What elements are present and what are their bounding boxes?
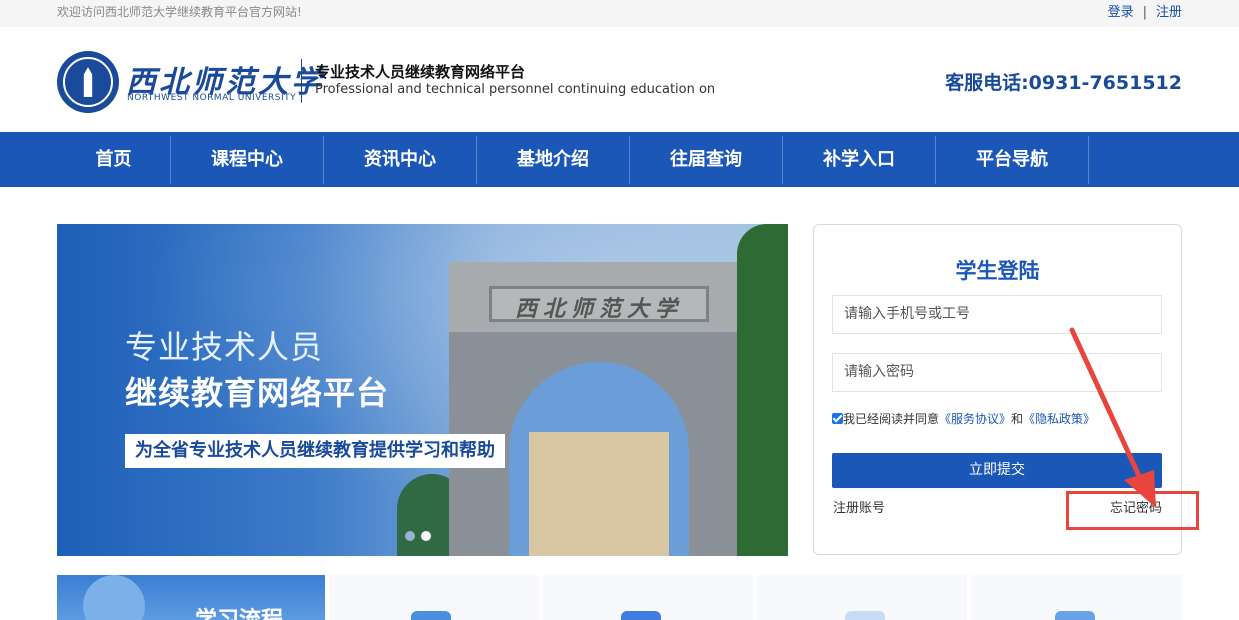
- book-icon: [1055, 611, 1095, 620]
- platform-title-cn: 专业技术人员继续教育网络平台: [315, 63, 526, 81]
- top-bar: 欢迎访问西北师范大学继续教育平台官方网站! 登录 | 注册: [0, 0, 1239, 27]
- auth-separator: |: [1142, 5, 1147, 20]
- welcome-text: 欢迎访问西北师范大学继续教育平台官方网站!: [57, 5, 302, 19]
- main-nav: 首页 课程中心 资讯中心 基地介绍 往届查询 补学入口 平台导航: [0, 132, 1239, 187]
- nav-item-home[interactable]: 首页: [57, 132, 170, 187]
- auth-links: 登录 | 注册: [1108, 1, 1182, 20]
- gate-plaque-text: 西北师范大学: [514, 296, 683, 322]
- submit-button[interactable]: 立即提交: [832, 453, 1162, 488]
- nav-divider: [1088, 136, 1089, 184]
- agree-checkbox[interactable]: [832, 413, 843, 424]
- agree-and: 和: [1011, 412, 1024, 426]
- hero-banner[interactable]: 西北师范大学 专业技术人员 继续教育网络平台 为全省专业技术人员继续教育提供学习…: [57, 224, 788, 556]
- carousel-dot-2[interactable]: [421, 531, 431, 541]
- nav-item-news[interactable]: 资讯中心: [324, 132, 476, 187]
- nav-item-past-query[interactable]: 往届查询: [630, 132, 782, 187]
- banner-headline-line2: 继续教育网络平台: [125, 374, 390, 412]
- feature-3-icon: [845, 611, 885, 620]
- platform-title-en: Professional and technical personnel con…: [315, 82, 715, 97]
- login-link[interactable]: 登录: [1108, 5, 1134, 20]
- nav-item-courses[interactable]: 课程中心: [171, 132, 323, 187]
- service-hotline: 客服电话:0931-7651512: [945, 72, 1182, 94]
- gate-building: [529, 432, 669, 556]
- password-input[interactable]: [832, 353, 1162, 392]
- feature-card-3[interactable]: [757, 575, 967, 620]
- username-input[interactable]: [832, 295, 1162, 334]
- agree-text: 我已经阅读并同意: [843, 412, 940, 426]
- service-agreement-link[interactable]: 《服务协议》: [939, 412, 1011, 426]
- agreement-row: 我已经阅读并同意《服务协议》和《隐私政策》: [832, 410, 1095, 427]
- gate-plaque: 西北师范大学: [489, 286, 709, 322]
- university-name-en: NORTHWEST NORMAL UNIVERSITY: [127, 93, 297, 103]
- feature-card-2[interactable]: [543, 575, 753, 620]
- banner-tree: [737, 224, 788, 556]
- nav-item-base-intro[interactable]: 基地介绍: [477, 132, 629, 187]
- register-link[interactable]: 注册: [1156, 5, 1182, 20]
- privacy-policy-link[interactable]: 《隐私政策》: [1023, 412, 1095, 426]
- banner-headline-line1: 专业技术人员: [125, 328, 324, 366]
- login-title: 学生登陆: [955, 259, 1040, 283]
- learning-process-title: 学习流程: [195, 602, 283, 620]
- nav-item-platform-nav[interactable]: 平台导航: [936, 132, 1088, 187]
- person-icon: [83, 575, 145, 620]
- university-gate-image: 西北师范大学: [449, 262, 749, 556]
- carousel-dot-1[interactable]: [405, 531, 415, 541]
- feature-card-4[interactable]: [971, 575, 1182, 620]
- feature-card-1[interactable]: [329, 575, 539, 620]
- university-seal-logo[interactable]: [57, 51, 119, 113]
- site-header: 西北师范大学 NORTHWEST NORMAL UNIVERSITY 专业技术人…: [0, 27, 1239, 132]
- banner-tagline: 为全省专业技术人员继续教育提供学习和帮助: [125, 434, 505, 468]
- nav-item-makeup-entry[interactable]: 补学入口: [783, 132, 935, 187]
- annotation-highlight-box: [1066, 491, 1199, 530]
- gate-arch: [509, 362, 689, 556]
- register-account-link[interactable]: 注册账号: [833, 497, 885, 516]
- logo-divider: [301, 59, 302, 103]
- feature-1-icon: [411, 611, 451, 620]
- learning-process-card[interactable]: 学习流程: [57, 575, 325, 620]
- folder-icon: [621, 611, 661, 620]
- carousel-dots: [405, 526, 437, 545]
